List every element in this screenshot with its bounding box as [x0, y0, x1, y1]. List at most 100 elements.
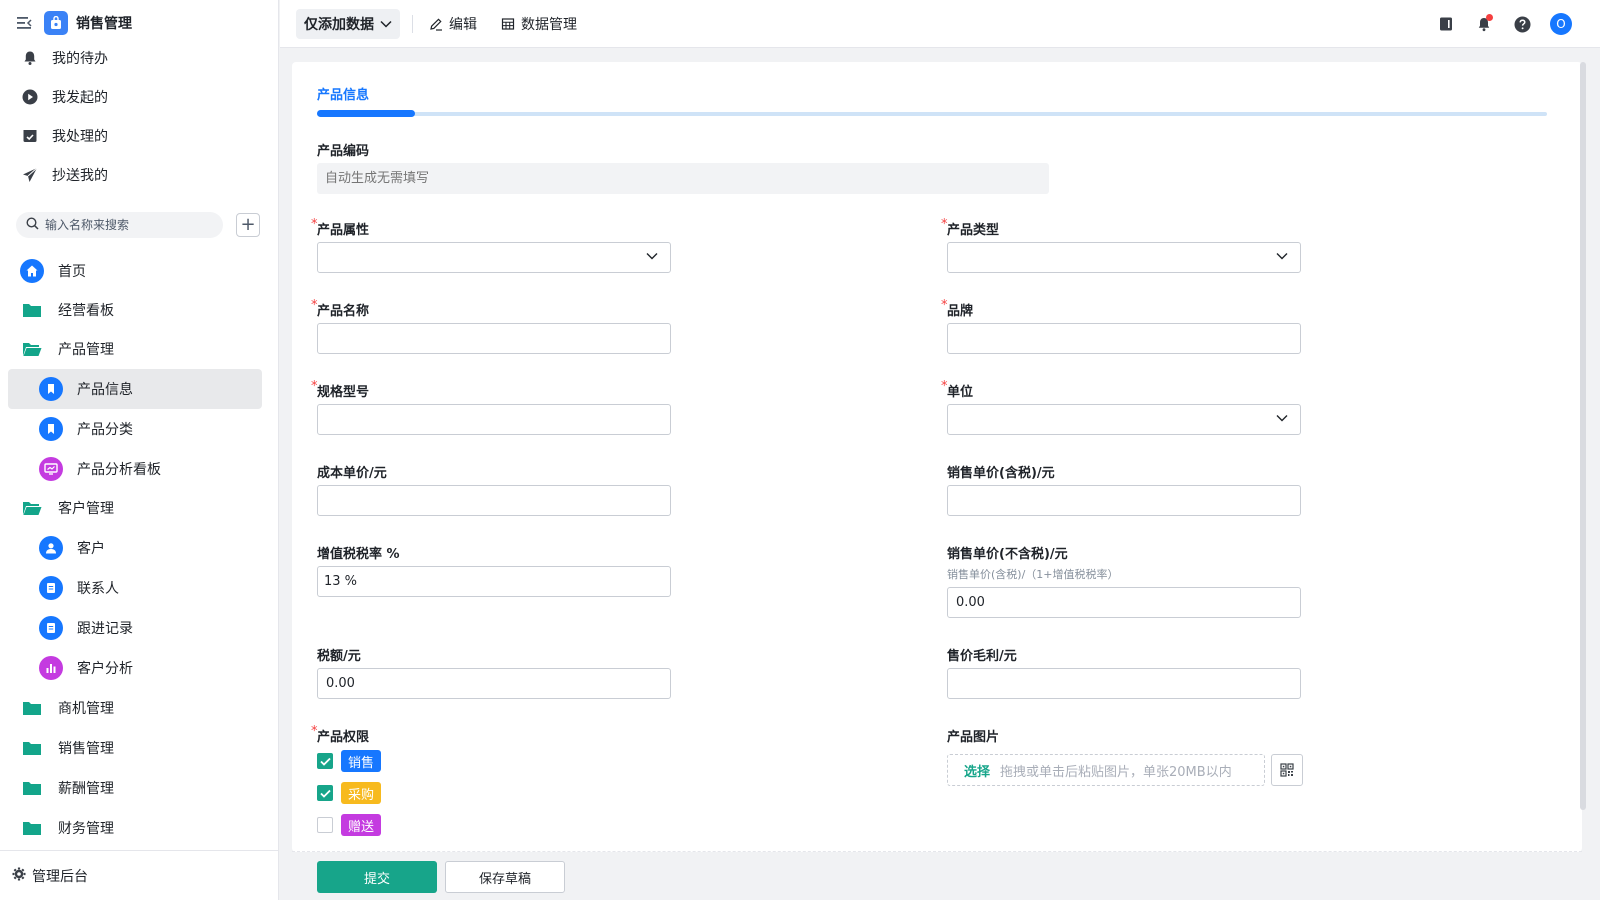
app-logo-icon [44, 11, 68, 35]
product-type-select[interactable] [947, 242, 1301, 273]
required-mark: * [941, 379, 948, 394]
checkbox-unchecked[interactable] [317, 817, 333, 833]
nav-item-customer[interactable]: 客户 [0, 528, 279, 568]
cost-price-input[interactable] [317, 485, 671, 516]
sale-price-tax-input[interactable] [947, 485, 1301, 516]
quick-link-todo[interactable]: 我的待办 [0, 38, 279, 78]
book-icon[interactable] [1436, 14, 1456, 34]
nav-item-label: 首页 [58, 264, 86, 280]
permission-option-gift[interactable]: 赠送 [317, 814, 382, 836]
quick-link-label: 我处理的 [52, 129, 108, 145]
permission-option-purchase[interactable]: 采购 [317, 782, 382, 804]
send-icon [22, 167, 38, 183]
nav-item-customer-folder[interactable]: 客户管理 [0, 488, 279, 528]
nav-item-product-info[interactable]: 产品信息 [8, 369, 262, 409]
chevron-down-icon [1276, 253, 1288, 260]
field-label-vat: 增值税税率 % [317, 547, 400, 562]
tab-product-info[interactable]: 产品信息 [317, 84, 369, 103]
search-icon [26, 216, 39, 234]
app-title: 销售管理 [76, 16, 132, 32]
search-box [16, 212, 223, 238]
chevron-down-icon [646, 253, 658, 260]
quick-link-cc[interactable]: 抄送我的 [0, 155, 279, 195]
permission-tag: 销售 [341, 750, 382, 772]
field-label-brand: * 品牌 [941, 298, 974, 319]
permission-option-sales[interactable]: 销售 [317, 750, 382, 772]
upload-tip: 拖拽或单击后粘贴图片，单张20MB以内 [1000, 764, 1232, 780]
admin-link[interactable]: 管理后台 [0, 850, 279, 900]
spec-input[interactable] [317, 404, 671, 435]
nav-item-product-folder[interactable]: 产品管理 [0, 329, 279, 369]
nav-item-customer-analysis[interactable]: 客户分析 [0, 648, 279, 688]
dashboard-icon [39, 457, 63, 481]
field-label-price-notax: 销售单价(不含税)/元 [947, 547, 1068, 562]
nav-item-label: 产品分析看板 [77, 462, 161, 478]
nav-item-finance-folder[interactable]: 财务管理 [0, 808, 279, 848]
nav-item-salary-folder[interactable]: 薪酬管理 [0, 768, 279, 808]
form-icon [39, 616, 63, 640]
nav-item-dashboard-folder[interactable]: 经营看板 [0, 290, 279, 330]
tax-amount-input[interactable]: 0.00 [317, 668, 671, 699]
chevron-down-icon [1276, 415, 1288, 422]
nav-item-product-category[interactable]: 产品分类 [0, 409, 279, 449]
chevron-down-icon [380, 20, 392, 28]
view-select[interactable]: 仅添加数据 [296, 8, 400, 39]
product-attribute-select[interactable] [317, 242, 671, 273]
field-label-gross-profit: 售价毛利/元 [947, 649, 1017, 664]
data-manage-button[interactable]: 数据管理 [501, 14, 577, 34]
upload-pick-link[interactable]: 选择 [964, 761, 990, 780]
help-icon[interactable] [1512, 14, 1532, 34]
product-name-input[interactable] [317, 323, 671, 354]
form-scrollbar[interactable] [1580, 62, 1586, 810]
quick-link-label: 我发起的 [52, 90, 108, 106]
nav-item-product-analysis[interactable]: 产品分析看板 [0, 449, 279, 489]
permission-tag: 赠送 [341, 814, 382, 836]
folder-icon [20, 736, 44, 760]
required-mark: * [311, 724, 318, 739]
search-input[interactable] [45, 218, 215, 232]
home-icon [20, 259, 44, 283]
submit-button[interactable]: 提交 [317, 861, 437, 893]
nav-item-label: 薪酬管理 [58, 781, 114, 797]
sale-price-notax-input[interactable]: 0.00 [947, 587, 1301, 618]
bar-chart-icon [39, 656, 63, 680]
quick-link-label: 抄送我的 [52, 168, 108, 184]
nav-item-opportunity-folder[interactable]: 商机管理 [0, 688, 279, 728]
user-avatar[interactable]: O [1550, 13, 1572, 35]
nav-item-home[interactable]: 首页 [0, 251, 279, 291]
table-icon [501, 17, 515, 30]
quick-link-handled[interactable]: 我处理的 [0, 116, 279, 156]
field-label-name: * 产品名称 [311, 298, 370, 319]
vat-rate-input[interactable]: 13 % [317, 566, 671, 597]
menu-fold-icon[interactable] [16, 14, 34, 32]
quick-link-initiated[interactable]: 我发起的 [0, 77, 279, 117]
save-draft-button[interactable]: 保存草稿 [445, 861, 565, 893]
checkbox-checked[interactable] [317, 753, 333, 769]
nav-item-followup[interactable]: 跟进记录 [0, 608, 279, 648]
field-label-tax-amount: 税额/元 [317, 649, 361, 664]
add-icon[interactable]: + [236, 213, 260, 237]
notification-bell-icon[interactable] [1474, 14, 1494, 34]
folder-open-icon [20, 496, 44, 520]
user-icon [39, 536, 63, 560]
nav-item-label: 客户管理 [58, 501, 114, 517]
check-box-icon [22, 128, 38, 144]
play-circle-icon [22, 89, 38, 105]
gross-profit-input[interactable] [947, 668, 1301, 699]
gear-icon [12, 867, 26, 885]
field-label-code: 产品编码 [317, 144, 370, 159]
nav-item-sales-folder[interactable]: 销售管理 [0, 728, 279, 768]
edit-label: 编辑 [449, 16, 477, 33]
qr-code-icon[interactable] [1271, 754, 1303, 786]
nav-item-label: 商机管理 [58, 701, 114, 717]
folder-icon [20, 816, 44, 840]
field-label-spec: * 规格型号 [311, 379, 370, 400]
brand-input[interactable] [947, 323, 1301, 354]
checkbox-checked[interactable] [317, 785, 333, 801]
admin-label: 管理后台 [32, 868, 88, 885]
nav-item-label: 客户分析 [77, 661, 133, 677]
image-upload-dropzone[interactable]: 选择 拖拽或单击后粘贴图片，单张20MB以内 [947, 754, 1265, 786]
edit-button[interactable]: 编辑 [429, 14, 477, 34]
nav-item-contact[interactable]: 联系人 [0, 568, 279, 608]
unit-select[interactable] [947, 404, 1301, 435]
